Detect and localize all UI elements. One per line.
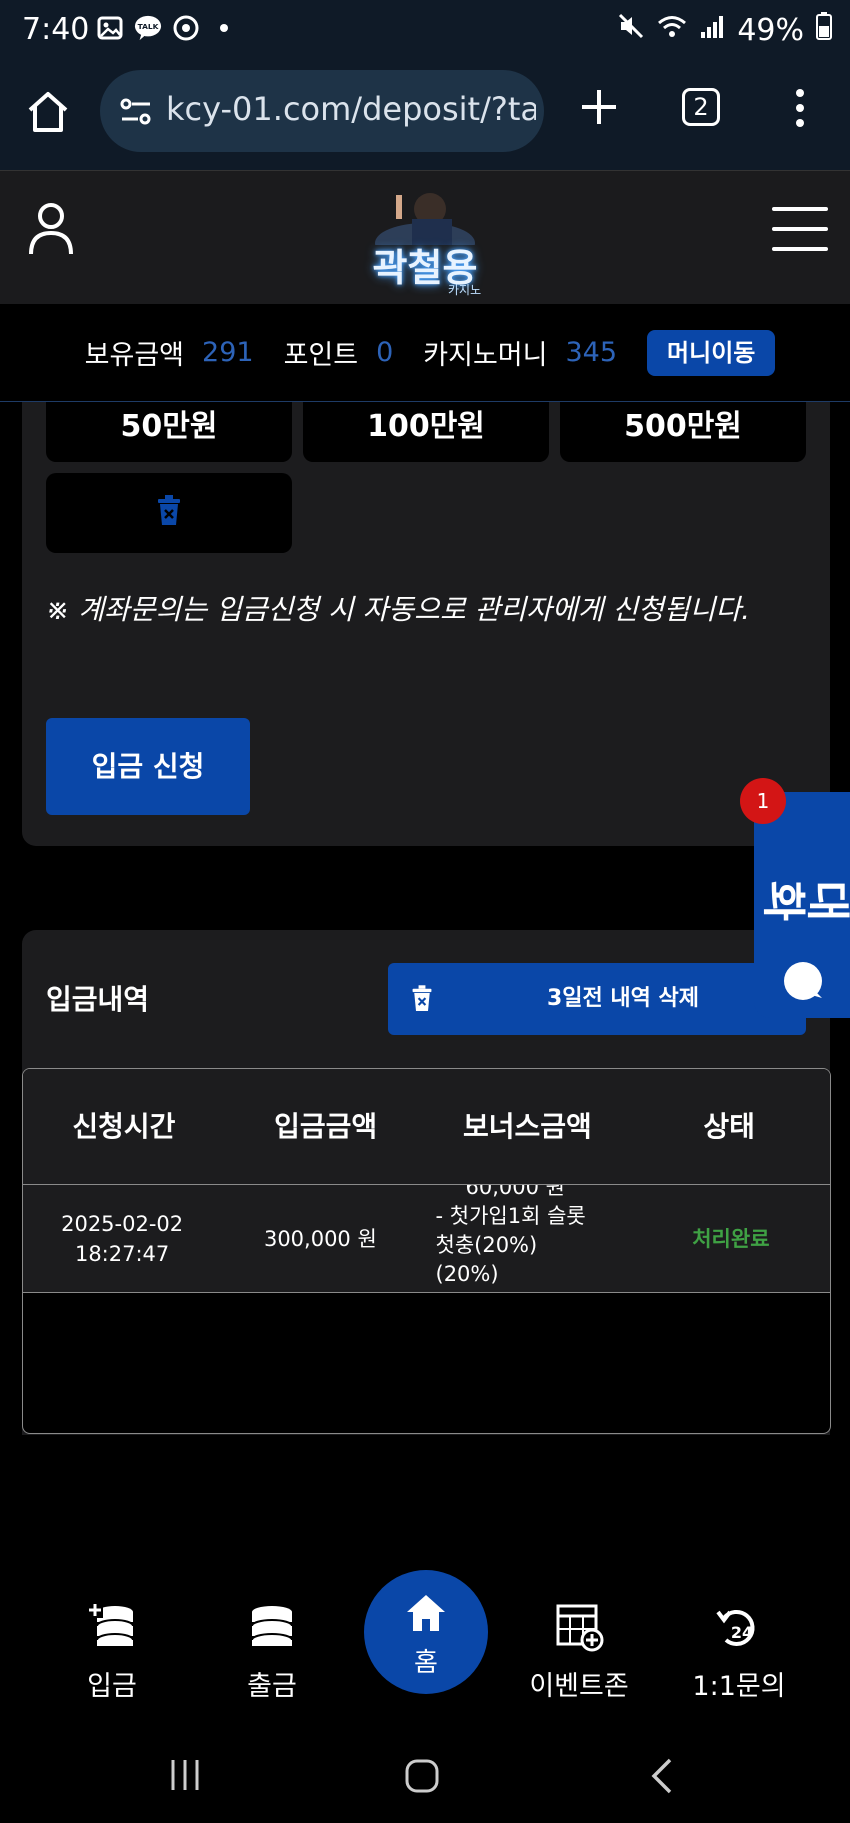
bonus-description: 첫충(20%) bbox=[435, 1233, 538, 1257]
clear-amount-button[interactable] bbox=[46, 473, 292, 553]
user-icon bbox=[29, 203, 73, 255]
request-date: 2025-02-02 bbox=[61, 1211, 184, 1236]
battery-level: 49% bbox=[737, 12, 804, 48]
hamburger-line bbox=[772, 247, 828, 251]
mute-icon bbox=[617, 12, 645, 48]
chrome-icon bbox=[172, 14, 200, 42]
nav-label: 홈 bbox=[414, 1648, 438, 1678]
nav-withdraw[interactable]: 출금 bbox=[197, 1600, 347, 1703]
clock: 7:40 bbox=[22, 12, 90, 47]
status-bar: 7:40 TALK 49% bbox=[0, 0, 850, 64]
bonus-rate: (20%) bbox=[435, 1262, 499, 1286]
point-label: 포인트 bbox=[283, 340, 359, 371]
casino-money-label: 카지노머니 bbox=[423, 340, 548, 371]
nav-label: 이벤트존 bbox=[529, 1671, 629, 1702]
home-outline-icon bbox=[28, 92, 68, 132]
nav-support[interactable]: 24 1:1문의 bbox=[664, 1600, 814, 1703]
home-icon bbox=[407, 1595, 445, 1631]
chat-bubble-icon bbox=[784, 962, 822, 1000]
casino-money-value: 345 bbox=[565, 337, 618, 368]
site-settings-icon[interactable] bbox=[118, 94, 154, 130]
talk-icon: TALK bbox=[134, 14, 162, 42]
battery-icon bbox=[816, 12, 832, 48]
browser-menu-button[interactable] bbox=[790, 88, 810, 128]
trash-icon bbox=[158, 495, 180, 525]
nav-deposit[interactable]: 입금 bbox=[37, 1600, 187, 1703]
new-tab-button[interactable] bbox=[578, 86, 620, 128]
point-value: 0 bbox=[376, 337, 394, 368]
notification-icons: TALK bbox=[96, 14, 238, 42]
logo-subtext: 카지노 bbox=[448, 283, 482, 297]
column-header: 입금금액 bbox=[274, 1110, 378, 1143]
bonus-value: 60,000 원 bbox=[465, 1185, 565, 1199]
browser-toolbar: kcy-01.com/deposit/?tab 2 bbox=[0, 64, 850, 170]
history-title: 입금내역 bbox=[46, 983, 150, 1016]
recent-apps-icon[interactable] bbox=[168, 1758, 202, 1792]
svg-text:24: 24 bbox=[731, 1623, 753, 1642]
support-24-icon: 24 bbox=[716, 1609, 755, 1646]
trash-icon bbox=[412, 985, 432, 1011]
balance-bar: 보유금액 291 포인트 0 카지노머니 345 머니이동 bbox=[0, 304, 850, 402]
wifi-icon bbox=[657, 13, 687, 48]
table-row: 2025-02-02 18:27:47 300,000 원 60,000 원 -… bbox=[23, 1185, 830, 1293]
bonus-amount-cell: 60,000 원 - 첫가입1회 슬롯 첫충(20%) (20%) bbox=[420, 1185, 632, 1292]
request-time: 18:27:47 bbox=[74, 1241, 170, 1266]
more-vertical-icon bbox=[796, 89, 804, 127]
delete-button-label: 3일전 내역 삭제 bbox=[546, 986, 700, 1011]
table-header: 신청시간 입금금액 보너스금액 상태 bbox=[23, 1069, 830, 1185]
hamburger-line bbox=[772, 207, 828, 211]
signal-icon bbox=[699, 13, 725, 48]
logo-figure-icon bbox=[375, 193, 475, 263]
account-inquiry-notice: ※ 계좌문의는 입금신청 시 자동으로 관리자에게 신청됩니다. bbox=[46, 593, 751, 626]
request-time-cell: 2025-02-02 18:27:47 bbox=[23, 1185, 221, 1292]
gallery-icon bbox=[96, 14, 124, 42]
system-navigation bbox=[0, 1730, 850, 1823]
coins-plus-icon bbox=[87, 1602, 134, 1647]
browser-home-button[interactable] bbox=[26, 90, 74, 138]
holding-value: 291 bbox=[202, 337, 254, 368]
column-header: 보너스금액 bbox=[462, 1110, 592, 1143]
nav-label: 1:1문의 bbox=[692, 1671, 786, 1702]
dot-icon bbox=[210, 14, 238, 42]
calendar-plus-icon bbox=[556, 1604, 604, 1652]
holding-label: 보유금액 bbox=[84, 340, 185, 371]
chat-label: 대화 bbox=[763, 871, 850, 922]
delete-old-history-button[interactable]: 3일전 내역 삭제 bbox=[388, 963, 806, 1035]
nav-label: 출금 bbox=[247, 1671, 297, 1702]
system-indicators: 49% bbox=[617, 12, 832, 48]
coins-minus-icon bbox=[251, 1606, 293, 1647]
back-icon[interactable] bbox=[648, 1756, 674, 1796]
deposit-apply-button[interactable]: 입금 신청 bbox=[46, 718, 250, 815]
bottom-navigation: 입금 출금 홈 이벤트존 24 1:1문의 bbox=[0, 1530, 850, 1703]
site-logo[interactable]: 곽철용 카지노 bbox=[350, 185, 500, 297]
nav-event-zone[interactable]: 이벤트존 bbox=[504, 1600, 654, 1703]
tab-switcher-button[interactable]: 2 bbox=[682, 88, 720, 126]
url-text[interactable]: kcy-01.com/deposit/?tab bbox=[166, 90, 536, 128]
deposit-history-section: 입금내역 3일전 내역 삭제 신청시간 입금금액 보너스금액 상태 2025-0… bbox=[22, 930, 831, 1435]
deposit-amount-cell: 300,000 원 bbox=[263, 1226, 377, 1251]
column-header: 신청시간 bbox=[72, 1110, 176, 1143]
nav-home[interactable]: 홈 bbox=[364, 1570, 488, 1694]
unread-badge: 1 bbox=[740, 778, 786, 824]
history-table: 신청시간 입금금액 보너스금액 상태 2025-02-02 18:27:47 3… bbox=[22, 1068, 831, 1434]
svg-text:TALK: TALK bbox=[138, 22, 159, 31]
column-header: 상태 bbox=[703, 1110, 755, 1143]
amount-5m-button[interactable]: 500만원 bbox=[560, 402, 806, 462]
site-header: 곽철용 카지노 bbox=[0, 170, 850, 304]
status-cell: 처리완료 bbox=[632, 1185, 830, 1292]
chat-float-button[interactable]: 대화 bbox=[754, 792, 850, 1018]
plus-icon bbox=[582, 90, 616, 124]
deposit-form-card: 50만원 100만원 500만원 ※ 계좌문의는 입금신청 시 자동으로 관리자… bbox=[22, 402, 830, 846]
money-transfer-button[interactable]: 머니이동 bbox=[647, 329, 776, 376]
user-button[interactable] bbox=[26, 201, 76, 257]
hamburger-line bbox=[772, 227, 828, 231]
amount-1m-button[interactable]: 100만원 bbox=[303, 402, 549, 462]
nav-label: 입금 bbox=[87, 1671, 137, 1702]
bonus-description: - 첫가입1회 슬롯 bbox=[435, 1204, 586, 1228]
home-nav-icon[interactable] bbox=[404, 1758, 440, 1794]
status-badge: 처리완료 bbox=[692, 1226, 770, 1251]
hamburger-menu-button[interactable] bbox=[772, 207, 828, 251]
address-bar[interactable]: kcy-01.com/deposit/?tab bbox=[100, 70, 544, 152]
amount-500k-button[interactable]: 50만원 bbox=[46, 402, 292, 462]
